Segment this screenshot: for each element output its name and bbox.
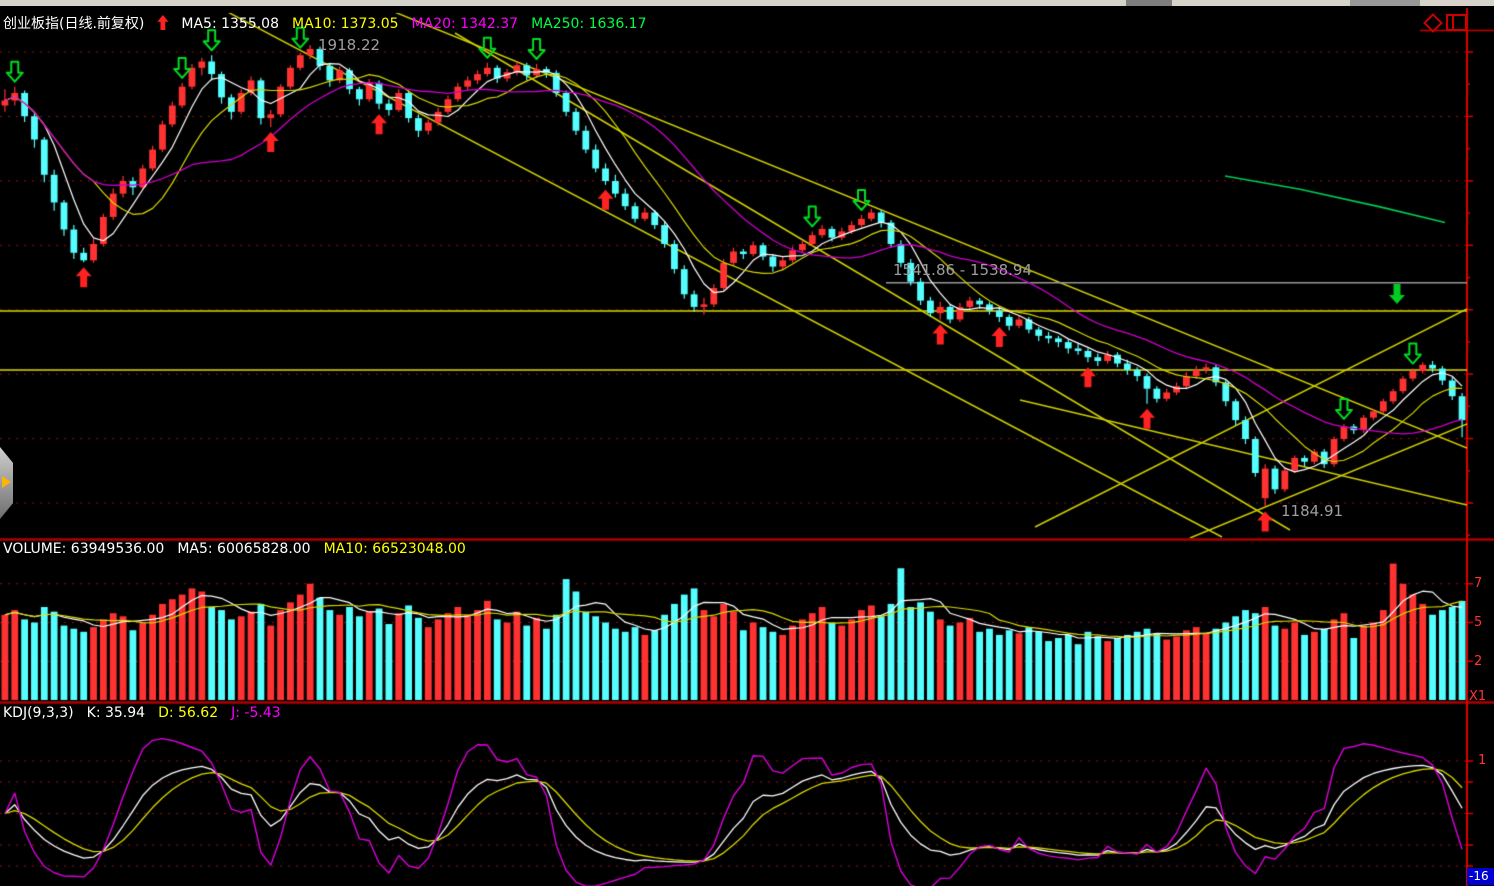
- kdj-d-label: D: 56.62: [158, 705, 218, 721]
- peak-price-label: 1918.22: [318, 36, 380, 54]
- ma10-label: MA10: 1373.05: [292, 16, 399, 32]
- panes-icon-divider: [1452, 16, 1454, 29]
- volume-ma5-label: MA5: 60065828.00: [177, 541, 310, 557]
- kdj-min-badge: -16: [1467, 868, 1494, 885]
- volume-axis-label: 5: [1474, 615, 1482, 630]
- volume-ma10-label: MA10: 66523048.00: [324, 541, 466, 557]
- volume-header: VOLUME: 63949536.00 MA5: 60065828.00 MA10:…: [3, 541, 479, 557]
- kdj-header: KDJ(9,3,3) K: 35.94 D: 56.62 J: -5.43: [3, 705, 294, 721]
- chart-canvas[interactable]: [0, 0, 1494, 886]
- ma250-label: MA250: 1636.17: [531, 16, 646, 32]
- ma20-label: MA20: 1342.37: [412, 16, 519, 32]
- expand-arrow-icon: [2, 476, 11, 488]
- stock-chart-app: 创业板指(日线.前复权) MA5: 1355.08 MA10: 1373.05 MA2…: [0, 0, 1494, 886]
- main-chart-header: 创业板指(日线.前复权) MA5: 1355.08 MA10: 1373.05 MA2…: [3, 13, 660, 33]
- kdj-k-label: K: 35.94: [87, 705, 145, 721]
- top-edge-segment: [1126, 0, 1172, 6]
- ma5-label: MA5: 1355.08: [181, 16, 279, 32]
- volume-axis-label: 2: [1474, 654, 1482, 669]
- kdj-j-label: J: -5.43: [231, 705, 281, 721]
- band-price-label: 1541.86 - 1538.94: [893, 261, 1032, 279]
- kdj-axis-label: 1: [1478, 753, 1486, 768]
- top-edge-segment: [1350, 0, 1420, 6]
- chart-title: 创业板指(日线.前复权): [3, 16, 144, 32]
- trough-price-label: 1184.91: [1281, 502, 1343, 520]
- volume-axis-multiplier: X1: [1469, 689, 1486, 704]
- window-top-edge: [0, 0, 1494, 6]
- panes-icon[interactable]: [1446, 14, 1467, 31]
- up-arrow-icon: [157, 15, 168, 30]
- volume-value-label: VOLUME: 63949536.00: [3, 541, 164, 557]
- volume-axis-label: 7: [1474, 576, 1482, 591]
- kdj-name-label: KDJ(9,3,3): [3, 705, 74, 721]
